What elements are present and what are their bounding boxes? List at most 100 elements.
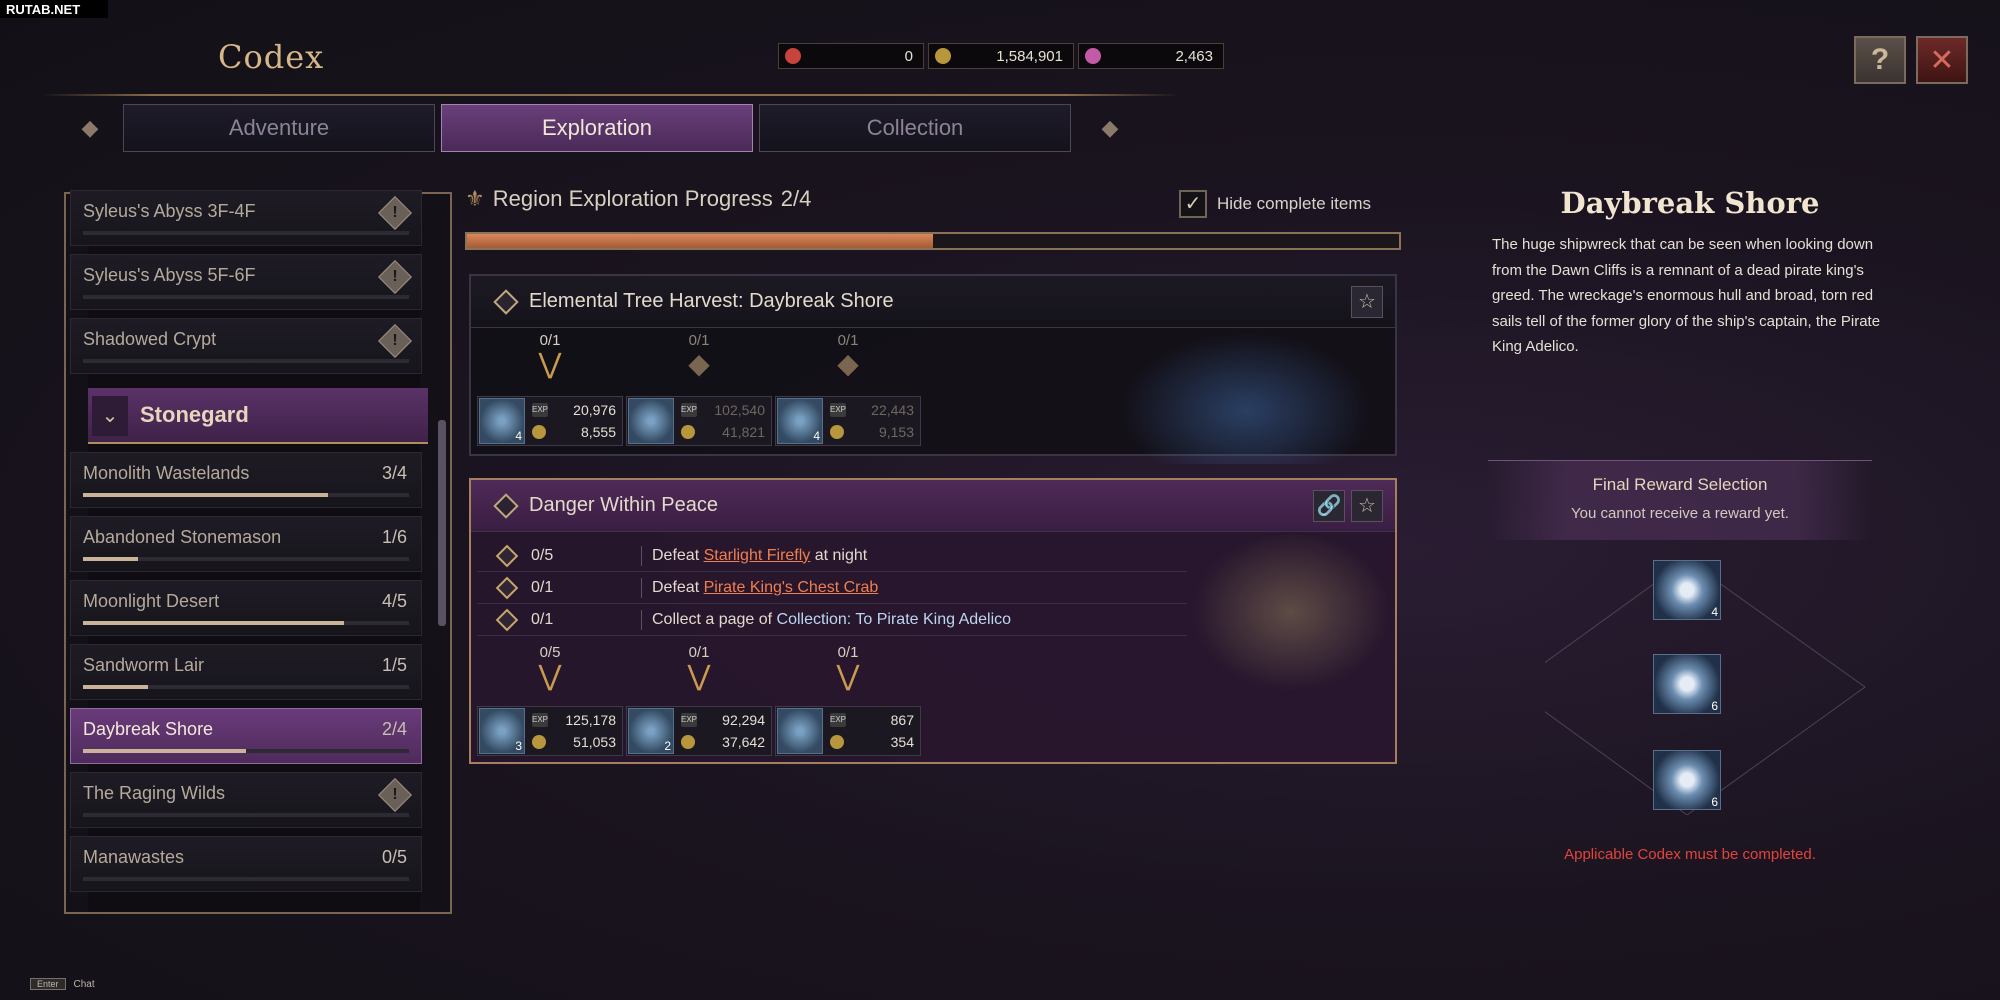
- tab-exploration[interactable]: Exploration: [441, 104, 753, 152]
- hide-complete-checkbox[interactable]: ✓: [1179, 190, 1207, 218]
- tree-illustration: [1121, 332, 1371, 464]
- codex-card-elemental-tree[interactable]: Elemental Tree Harvest: Daybreak Shore ☆…: [469, 274, 1397, 464]
- reward-count: 0/1: [688, 332, 710, 349]
- help-button[interactable]: ?: [1854, 36, 1906, 84]
- currency-ticket: 0: [778, 43, 924, 69]
- warning-icon: !: [378, 778, 412, 812]
- reward-item-box[interactable]: EXP 867 354: [775, 706, 921, 756]
- sidebar-scrollbar[interactable]: [438, 420, 446, 626]
- sidebar-item-abandoned-stonemason[interactable]: Abandoned Stonemason 1/6: [70, 516, 422, 572]
- reward-item-box[interactable]: 3 EXP 125,178 51,053: [477, 706, 623, 756]
- progress-bar: [83, 813, 409, 817]
- reward-item-box[interactable]: 2 EXP 92,294 37,642: [626, 706, 772, 756]
- reward-count: 0/1: [837, 644, 859, 661]
- progress-fill: [83, 493, 328, 497]
- progress-fill: [83, 749, 246, 753]
- gold-coin-icon: [681, 425, 695, 439]
- chevron-tier-icon: ⋁: [687, 660, 711, 691]
- progress-bar: [83, 621, 409, 625]
- task-row[interactable]: 0/1 Defeat Pirate King's Chest Crab: [477, 572, 1187, 604]
- fleur-icon: ⚜: [465, 186, 485, 211]
- task-diamond-icon: [495, 608, 519, 631]
- sidebar-item-label: Sandworm Lair: [83, 655, 205, 675]
- task-count: 0/5: [531, 546, 554, 564]
- reward-item-box[interactable]: EXP 102,540 41,821: [626, 396, 772, 446]
- sidebar-item-count: 0/5: [381, 847, 407, 867]
- gold-coin-icon: [532, 735, 546, 749]
- tab-collection[interactable]: Collection: [759, 104, 1071, 152]
- card-title: Danger Within Peace: [529, 494, 718, 516]
- sidebar-item-count: 2/4: [381, 719, 407, 739]
- task-target-link[interactable]: Pirate King's Chest Crab: [704, 579, 879, 597]
- final-reward-title: Final Reward Selection: [1592, 475, 1768, 494]
- sidebar-item-shadowed-crypt[interactable]: Shadowed Crypt !: [70, 318, 422, 374]
- currency-value: 2,463: [1175, 47, 1213, 65]
- task-target-link[interactable]: Collection: To Pirate King Adelico: [777, 611, 1012, 629]
- help-icon: ?: [1870, 43, 1890, 76]
- sidebar-item-syleus-abyss-5f-6f[interactable]: Syleus's Abyss 5F-6F !: [70, 254, 422, 310]
- card-header: Danger Within Peace 🔗 ☆: [471, 480, 1395, 532]
- reward-item-box[interactable]: 4 EXP 20,976 8,555: [477, 396, 623, 446]
- sidebar-item-daybreak-shore[interactable]: Daybreak Shore 2/4: [70, 708, 422, 764]
- currency-value: 0: [904, 47, 913, 65]
- sidebar-item-sandworm-lair[interactable]: Sandworm Lair 1/5: [70, 644, 422, 700]
- exp-row: EXP 102,540: [681, 402, 765, 418]
- exp-row: EXP 22,443: [830, 402, 914, 418]
- sidebar-item-label: Syleus's Abyss 5F-6F: [83, 265, 256, 285]
- medallion-item-icon: [628, 398, 674, 444]
- sidebar-item-moonlight-desert[interactable]: Moonlight Desert 4/5: [70, 580, 422, 636]
- gold-row: 41,821: [681, 424, 765, 440]
- final-reward-slot[interactable]: 6: [1653, 654, 1721, 714]
- sidebar-group-stonegard[interactable]: ⌄ Stonegard: [88, 388, 428, 444]
- progress-bar: [83, 685, 409, 689]
- chevron-tier-icon: ⋁: [836, 660, 860, 691]
- reward-count: 0/1: [837, 332, 859, 349]
- task-separator: [641, 577, 642, 598]
- reward-tier-3: 0/1 ⋁: [775, 644, 921, 702]
- task-diamond-icon: [495, 544, 519, 567]
- enter-key-icon: Enter: [30, 978, 66, 990]
- gold-row: 37,642: [681, 734, 765, 750]
- gold-coin-icon: [830, 735, 844, 749]
- final-reward-slot[interactable]: 4: [1653, 560, 1721, 620]
- reward-count: 0/1: [539, 332, 561, 349]
- exp-row: EXP 125,178: [532, 712, 616, 728]
- progress-bar: [83, 749, 409, 753]
- pink-gem-icon: [1085, 48, 1101, 64]
- task-separator: [641, 545, 642, 566]
- tab-adventure[interactable]: Adventure: [123, 104, 435, 152]
- hide-complete-toggle[interactable]: ✓ Hide complete items: [1179, 190, 1371, 218]
- tab-prev-arrow-icon[interactable]: ◆: [55, 100, 125, 156]
- reward-values: EXP 20,976 8,555: [526, 397, 622, 445]
- final-reward-slot[interactable]: 6: [1653, 750, 1721, 810]
- favorite-star-button[interactable]: ☆: [1351, 490, 1383, 522]
- exp-icon: EXP: [532, 713, 548, 727]
- medallion-item-icon: [777, 708, 823, 754]
- reward-item-box[interactable]: 4 EXP 22,443 9,153: [775, 396, 921, 446]
- gold-row: 9,153: [830, 424, 914, 440]
- final-reward-warning: Applicable Codex must be completed.: [1564, 846, 1816, 863]
- task-row[interactable]: 0/1 Collect a page of Collection: To Pir…: [477, 604, 1187, 636]
- sidebar-item-the-raging-wilds[interactable]: The Raging Wilds !: [70, 772, 422, 828]
- sidebar-item-monolith-wastelands[interactable]: Monolith Wastelands 3/4: [70, 452, 422, 508]
- tab-next-arrow-icon[interactable]: ◆: [1075, 100, 1145, 156]
- sidebar-item-manawastes[interactable]: Manawastes 0/5: [70, 836, 422, 892]
- tab-bar: ◆ Adventure Exploration Collection ◆: [55, 100, 1140, 156]
- sidebar-item-count: 1/6: [381, 527, 407, 547]
- close-button[interactable]: ✕: [1916, 36, 1968, 84]
- chevron-tier-icon: ⋁: [538, 348, 562, 379]
- task-separator: [641, 609, 642, 630]
- chat-hint[interactable]: Enter Chat: [30, 978, 95, 990]
- region-info-description: The huge shipwreck that can be seen when…: [1492, 236, 1881, 355]
- link-button[interactable]: 🔗: [1313, 490, 1345, 522]
- sidebar-item-syleus-abyss-3f-4f[interactable]: Syleus's Abyss 3F-4F !: [70, 190, 422, 246]
- warning-icon: !: [378, 260, 412, 294]
- task-row[interactable]: 0/5 Defeat Starlight Firefly at night: [477, 540, 1187, 572]
- favorite-star-button[interactable]: ☆: [1351, 286, 1383, 318]
- red-ticket-icon: [785, 48, 801, 64]
- sidebar-item-label: Daybreak Shore: [83, 719, 214, 739]
- exp-row: EXP 867: [830, 712, 914, 728]
- task-target-link[interactable]: Starlight Firefly: [704, 547, 811, 565]
- chest-item-icon: 2: [628, 708, 674, 754]
- codex-card-danger-within-peace[interactable]: Danger Within Peace 🔗 ☆ 0/5 Defeat Starl…: [469, 478, 1397, 764]
